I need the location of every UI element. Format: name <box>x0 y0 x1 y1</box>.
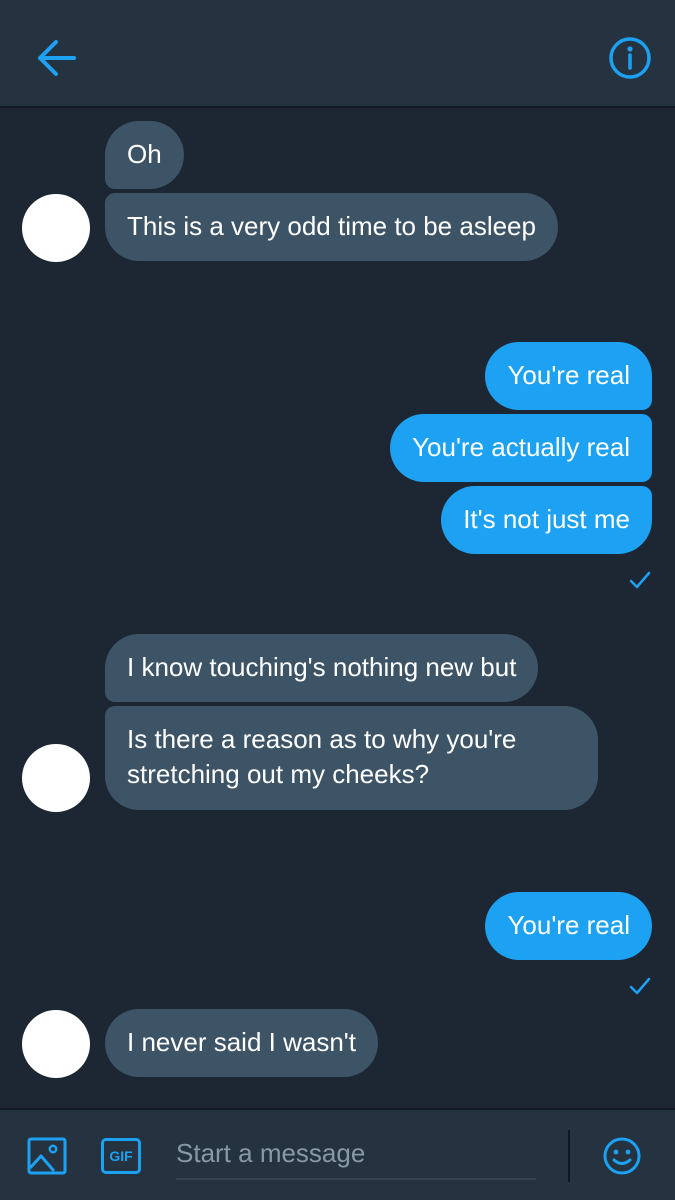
message-composer: GIF <box>0 1108 675 1200</box>
message-bubble-incoming[interactable]: Is there a reason as to why you're stret… <box>105 706 598 810</box>
checkmark-read-icon <box>629 571 651 589</box>
emoji-button[interactable] <box>602 1136 642 1176</box>
checkmark-read-icon <box>629 977 651 995</box>
gif-label: GIF <box>109 1148 133 1164</box>
message-bubble-outgoing[interactable]: You're real <box>485 342 652 410</box>
message-input[interactable] <box>176 1128 536 1180</box>
message-bubble-outgoing[interactable]: You're real <box>485 892 652 960</box>
composer-divider <box>568 1130 570 1182</box>
image-icon <box>27 1137 67 1175</box>
add-gif-button[interactable]: GIF <box>101 1138 141 1174</box>
avatar[interactable] <box>22 1010 90 1078</box>
arrow-left-icon <box>38 40 76 76</box>
message-bubble-outgoing[interactable]: You're actually real <box>390 414 652 482</box>
message-list: Oh This is a very odd time to be asleep … <box>0 108 675 1108</box>
message-bubble-incoming[interactable]: Oh <box>105 121 184 189</box>
dm-conversation-screen: Oh This is a very odd time to be asleep … <box>0 0 675 1200</box>
avatar[interactable] <box>22 744 90 812</box>
message-bubble-incoming[interactable]: I know touching's nothing new but <box>105 634 539 702</box>
conversation-header <box>0 0 675 108</box>
back-button[interactable] <box>30 36 80 80</box>
smiley-icon <box>603 1137 641 1175</box>
message-bubble-incoming[interactable]: I never said I wasn't <box>105 1009 378 1077</box>
message-bubble-outgoing[interactable]: It's not just me <box>441 486 652 554</box>
info-circle-icon <box>609 37 651 79</box>
info-button[interactable] <box>606 34 654 82</box>
message-bubble-incoming[interactable]: This is a very odd time to be asleep <box>105 193 558 261</box>
avatar[interactable] <box>22 194 90 262</box>
add-image-button[interactable] <box>27 1136 67 1176</box>
